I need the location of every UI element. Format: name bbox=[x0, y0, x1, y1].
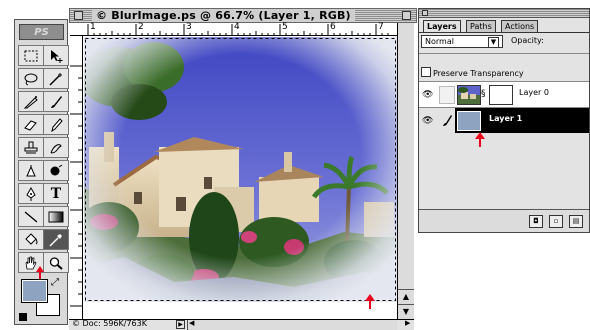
link-icon: § bbox=[481, 89, 486, 99]
photoshop-logo: PS bbox=[19, 24, 64, 40]
zoom-box-icon[interactable] bbox=[402, 11, 411, 20]
scroll-right-arrow-icon[interactable]: ▶ bbox=[405, 319, 410, 327]
ruler-number: 2 bbox=[138, 22, 144, 32]
layer-name: Layer 0 bbox=[519, 88, 549, 97]
ruler-number: 1 bbox=[90, 22, 96, 32]
document-status-bar: © Doc: 596K/763K ▶ ◀ ▶ bbox=[69, 319, 414, 330]
document-size-info: © Doc: 596K/763K bbox=[72, 319, 147, 328]
opacity-label: Opacity: bbox=[511, 36, 544, 45]
paintbrush-tool-button[interactable] bbox=[43, 91, 69, 112]
document-title-bar[interactable]: © BlurImage.ps @ 66.7% (Layer 1, RGB) bbox=[69, 8, 417, 23]
gradient-tool-button[interactable] bbox=[43, 206, 69, 227]
eraser-tool-button[interactable] bbox=[18, 114, 44, 135]
lasso-tool-button[interactable] bbox=[18, 68, 44, 89]
smudge-tool-button[interactable] bbox=[43, 137, 69, 158]
ruler-number: 7 bbox=[378, 22, 384, 32]
scroll-left-arrow-icon[interactable]: ◀ bbox=[189, 319, 194, 327]
pen-tool-button[interactable] bbox=[18, 183, 44, 204]
layers-palette: Layers Paths Actions Normal ▼ Opacity: P… bbox=[418, 8, 590, 233]
image-canvas[interactable] bbox=[84, 37, 397, 302]
scroll-down-arrow-icon[interactable]: ▼ bbox=[398, 304, 414, 318]
ruler-number: 6 bbox=[330, 22, 336, 32]
annotation-arrow bbox=[365, 294, 375, 309]
status-menu-arrow-icon[interactable]: ▶ bbox=[176, 320, 185, 329]
new-layer-button[interactable]: ▫ bbox=[549, 215, 563, 228]
ruler-number: 4 bbox=[234, 22, 240, 32]
dodge-tool-button[interactable] bbox=[18, 160, 44, 181]
vertical-ruler bbox=[70, 36, 83, 320]
brush-link-slot[interactable] bbox=[439, 86, 455, 104]
layer-name: Layer 1 bbox=[489, 114, 523, 123]
burn-tool-button[interactable] bbox=[43, 160, 69, 181]
preserve-transparency-checkbox[interactable] bbox=[421, 67, 431, 77]
ruler-number: 5 bbox=[282, 22, 288, 32]
palette-close-box-icon[interactable] bbox=[422, 10, 428, 16]
close-box-icon[interactable] bbox=[74, 11, 83, 20]
airbrush-tool-button[interactable] bbox=[18, 91, 44, 112]
swap-colors-icon[interactable]: ⤢ bbox=[51, 277, 59, 288]
zoom-tool-button[interactable] bbox=[43, 252, 69, 273]
tab-divider bbox=[419, 32, 589, 33]
horizontal-scrollbar[interactable] bbox=[187, 320, 397, 330]
ruler-number: 3 bbox=[186, 22, 192, 32]
delete-layer-button[interactable]: ▤ bbox=[569, 215, 583, 228]
options-divider bbox=[419, 53, 589, 54]
scroll-up-arrow-icon[interactable]: ▲ bbox=[398, 289, 414, 303]
layer-row-selected[interactable]: 👁 Layer 1 bbox=[419, 107, 589, 133]
default-colors-icon[interactable] bbox=[19, 313, 27, 321]
preserve-transparency-label: Preserve Transparency bbox=[433, 69, 524, 78]
rubber-stamp-tool-button[interactable] bbox=[18, 137, 44, 158]
type-tool-button[interactable]: T bbox=[43, 183, 69, 204]
line-tool-button[interactable] bbox=[18, 206, 44, 227]
type-tool-glyph: T bbox=[50, 185, 62, 202]
magic-wand-tool-button[interactable] bbox=[43, 68, 69, 89]
annotation-arrow bbox=[475, 132, 485, 147]
marquee-tool-button[interactable] bbox=[18, 45, 44, 66]
layer-row[interactable]: 👁 § Layer 0 bbox=[419, 81, 589, 107]
eye-icon[interactable]: 👁 bbox=[422, 116, 433, 126]
preserve-transparency-option[interactable]: Preserve Transparency bbox=[421, 67, 524, 78]
layer-thumbnail bbox=[457, 111, 481, 131]
paint-bucket-tool-button[interactable] bbox=[18, 229, 44, 250]
layer-thumbnail bbox=[457, 85, 481, 105]
vertical-scrollbar[interactable]: ▲ ▼ bbox=[397, 23, 414, 320]
chevron-down-icon: ▼ bbox=[488, 37, 499, 48]
palette-footer: ◘ ▫ ▤ bbox=[419, 209, 589, 232]
move-tool-button[interactable] bbox=[43, 45, 69, 66]
palette-title-bar[interactable] bbox=[419, 9, 589, 18]
blend-mode-select[interactable]: Normal ▼ bbox=[421, 35, 503, 48]
foreground-color-swatch[interactable] bbox=[21, 279, 48, 303]
eyedropper-tool-button[interactable] bbox=[43, 229, 69, 250]
brush-icon[interactable] bbox=[441, 113, 453, 130]
annotation-arrow bbox=[36, 266, 44, 279]
document-window: © BlurImage.ps @ 66.7% (Layer 1, RGB) 1 … bbox=[69, 8, 417, 330]
document-title: © BlurImage.ps @ 66.7% (Layer 1, RGB) bbox=[92, 9, 355, 22]
horizontal-ruler: 1 2 3 4 5 6 7 bbox=[70, 22, 397, 36]
eye-icon[interactable]: 👁 bbox=[422, 90, 433, 100]
blend-mode-value: Normal bbox=[425, 37, 454, 46]
layer-mask-thumbnail bbox=[489, 85, 513, 105]
layer-mask-button[interactable]: ◘ bbox=[529, 215, 543, 228]
pencil-tool-button[interactable] bbox=[43, 114, 69, 135]
